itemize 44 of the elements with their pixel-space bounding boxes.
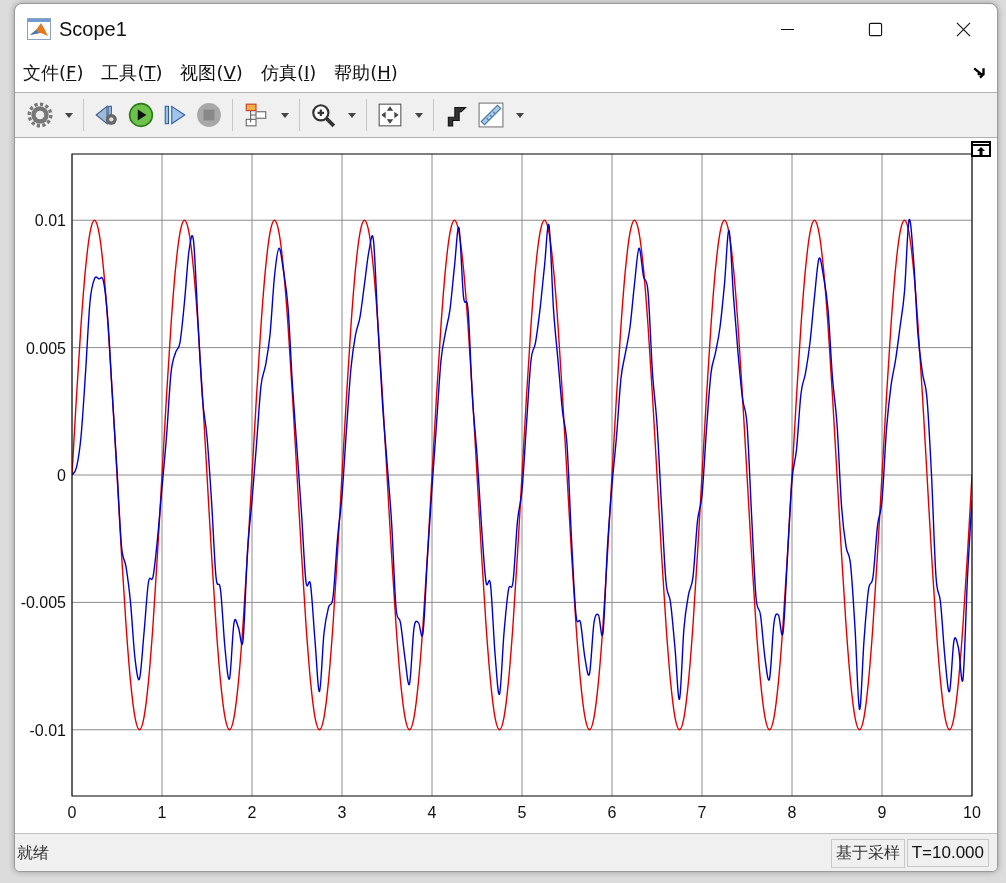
y-tick-label: -0.005 (20, 594, 66, 612)
y-tick-label: 0 (57, 467, 66, 484)
x-tick-label: 6 (607, 804, 617, 821)
y-tick-label: -0.01 (29, 721, 66, 739)
window-title: Scope1 (59, 17, 127, 41)
x-tick-label: 7 (697, 804, 707, 821)
caret-icon[interactable] (415, 112, 423, 118)
caret-icon[interactable] (516, 112, 524, 118)
close-icon[interactable] (956, 21, 971, 37)
y-tick-label: 0.01 (34, 212, 66, 230)
x-tick-label: 4 (427, 804, 437, 821)
x-tick-label: 3 (337, 804, 347, 821)
x-tick-label: 5 (517, 804, 527, 821)
step-forward-icon[interactable] (162, 102, 188, 128)
step-back-icon[interactable] (94, 102, 120, 128)
x-tick-label: 0 (67, 804, 77, 821)
menu-item[interactable]: 视图(V) (180, 61, 243, 85)
stop-icon[interactable] (196, 102, 222, 128)
menu-item[interactable]: 工具(T) (101, 61, 163, 85)
status-text: 就绪 (17, 842, 49, 864)
x-tick-label: 9 (877, 804, 887, 821)
status-time: T=10.000 (906, 839, 989, 867)
menu-item[interactable]: 仿真(I) (260, 61, 317, 85)
settings-icon[interactable] (27, 102, 53, 128)
x-tick-label: 8 (787, 804, 797, 821)
zoom-in-icon[interactable] (310, 102, 336, 128)
undock-icon[interactable] (971, 141, 991, 157)
caret-icon[interactable] (348, 112, 356, 118)
fit-to-view-icon[interactable] (377, 102, 403, 128)
maximize-icon[interactable] (868, 21, 883, 37)
block-diagram-icon[interactable] (243, 102, 269, 128)
ruler-icon[interactable] (478, 102, 504, 128)
menu-item[interactable]: 文件(F) (23, 61, 84, 85)
app-icon (27, 18, 51, 40)
x-tick-label: 1 (157, 804, 167, 821)
play-icon[interactable] (128, 102, 154, 128)
caret-icon[interactable] (65, 112, 73, 118)
menu-item[interactable]: 帮助(H) (334, 61, 398, 85)
x-tick-label: 2 (247, 804, 257, 821)
y-tick-label: 0.005 (25, 339, 66, 357)
caret-icon[interactable] (281, 112, 289, 118)
dock-arrow-icon[interactable] (973, 67, 987, 79)
x-tick-label: 10 (963, 804, 981, 821)
status-mode: 基于采样 (830, 838, 905, 868)
